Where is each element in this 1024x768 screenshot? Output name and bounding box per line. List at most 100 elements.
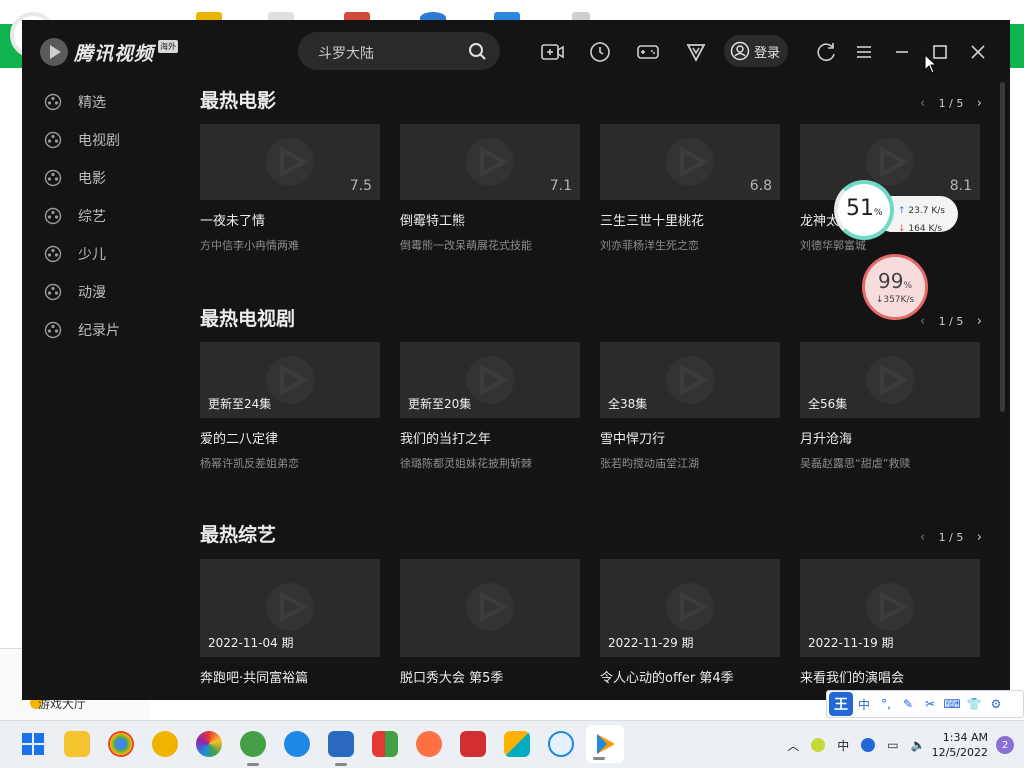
video-title[interactable]: 雪中悍刀行 [600,428,780,447]
video-card[interactable]: 6.8 三生三世十里桃花 刘亦菲杨洋生死之恋 [600,124,780,253]
minimize-icon[interactable]: — [934,5,964,19]
sidebar-item-tv-series[interactable]: 电视剧 [44,128,120,152]
start-icon[interactable] [20,731,46,757]
green-browser-icon[interactable] [240,731,266,766]
clock[interactable]: 1:34 AM 12/5/2022 [932,730,988,760]
sidebar-item-variety[interactable]: 综艺 [44,204,106,228]
settings-icon[interactable]: ⚙ [985,697,1007,711]
video-title[interactable]: 三生三世十里桃花 [600,210,780,229]
video-card[interactable]: 2022-11-19 期 来看我们的演唱会 [800,559,980,686]
monitor-app-icon[interactable] [328,731,354,766]
video-card[interactable]: 2022-11-04 期 奔跑吧·共同富裕篇 [200,559,380,686]
game-icon[interactable] [636,40,660,64]
ime-logo[interactable]: 王 [829,692,853,716]
video-thumbnail[interactable]: 全38集 [600,342,780,418]
handwriting-icon[interactable]: ✎ [897,697,919,711]
video-card[interactable]: 更新至20集 我们的当打之年 徐璐陈都灵姐妹花披荆斩棘 [400,342,580,471]
ime-tray-icon[interactable] [861,738,876,752]
volume-icon[interactable]: 🔈 [911,738,926,752]
sidebar-item-anime[interactable]: 动漫 [44,280,106,304]
login-button[interactable]: 登录 [724,35,788,67]
app-logo-text: 腾讯视频 [74,42,155,65]
video-thumbnail[interactable]: 7.1 [400,124,580,200]
chevron-right-icon[interactable]: › [977,530,982,545]
browser-icon[interactable] [152,731,178,757]
search-input[interactable]: 斗罗大陆 [318,43,374,63]
ime-punctuation-toggle[interactable]: °, [875,697,897,711]
video-title[interactable]: 倒霉特工熊 [400,210,580,229]
chevron-left-icon[interactable]: ‹ [920,96,925,111]
chevron-right-icon[interactable]: › [977,96,982,111]
sidebar-item-featured[interactable]: 精选 [44,90,106,114]
video-thumbnail[interactable]: 更新至24集 [200,342,380,418]
ime-language-toggle[interactable]: 中 [853,696,875,713]
record-icon[interactable] [540,40,564,64]
video-card[interactable]: 7.5 一夜未了情 方中信李小冉情两难 [200,124,380,253]
video-thumbnail[interactable] [400,559,580,657]
settings-icon[interactable]: ⚙ [874,5,904,19]
firefox-icon[interactable] [416,731,442,757]
scissors-icon[interactable]: ✂ [919,697,941,711]
grid-icon[interactable]: ▦ [844,5,874,19]
sidebar-item-movie[interactable]: 电影 [44,166,106,190]
video-title[interactable]: 爱的二八定律 [200,428,380,447]
close-icon[interactable]: ✕ [994,5,1024,19]
language-indicator[interactable]: 中 [837,737,849,754]
puzzle-app-icon[interactable] [504,731,530,757]
sidebar-item-documentary[interactable]: 纪录片 [44,318,120,342]
network-speed-widget[interactable]: 51% ↑ 23.7 K/s ↓ 164 K/s [834,180,960,240]
video-card[interactable]: 更新至24集 爱的二八定律 杨幂许凯反差姐弟恋 [200,342,380,471]
keyboard-icon[interactable]: ⌨ [941,697,963,711]
video-title[interactable]: 来看我们的演唱会 [800,667,980,686]
chevron-up-icon[interactable]: ︿ [787,737,799,754]
ie-icon[interactable] [284,731,310,757]
video-thumbnail[interactable]: 2022-11-29 期 [600,559,780,657]
restore-icon[interactable]: ❐ [964,5,994,19]
history-icon[interactable] [588,40,612,64]
color-app-icon[interactable] [196,731,222,757]
app-logo[interactable]: 腾讯视频 海外 [40,38,179,66]
video-thumbnail[interactable]: 2022-11-19 期 [800,559,980,657]
video-title[interactable]: 令人心动的offer 第4季 [600,667,780,686]
video-title[interactable]: 奔跑吧·共同富裕篇 [200,667,380,686]
memory-usage-widget[interactable]: 99% ↓357K/s [862,254,928,320]
video-card[interactable]: 全38集 雪中悍刀行 张若昀搅动庙堂江湖 [600,342,780,471]
network-icon[interactable]: ▭ [887,738,898,752]
video-subtitle: 张若昀搅动庙堂江湖 [600,457,699,470]
video-card[interactable]: 脱口秀大会 第5季 [400,559,580,686]
file-explorer-icon[interactable] [64,731,90,757]
tiles-app-icon[interactable] [372,731,398,757]
notification-badge[interactable]: 2 [996,736,1014,754]
chevron-right-icon[interactable]: › [977,314,982,329]
minimize-icon[interactable] [890,40,914,64]
search-icon[interactable] [468,42,486,60]
tencent-video-taskbar-item[interactable] [586,725,624,763]
video-title[interactable]: 脱口秀大会 第5季 [400,667,580,686]
video-thumbnail[interactable]: 7.5 [200,124,380,200]
vip-icon[interactable] [684,40,708,64]
search-box[interactable]: 斗罗大陆 [298,32,500,70]
video-thumbnail[interactable]: 全56集 [800,342,980,418]
chevron-left-icon[interactable]: ‹ [920,530,925,545]
red-app-icon[interactable] [460,731,486,757]
video-thumbnail[interactable]: 2022-11-04 期 [200,559,380,657]
content-scrollbar[interactable] [1000,82,1005,412]
chrome-icon[interactable] [108,731,134,757]
refresh-icon[interactable] [814,40,838,64]
menu-icon[interactable] [852,40,876,64]
dropdown-icon[interactable]: ▾ [904,5,934,19]
video-thumbnail[interactable]: 更新至20集 [400,342,580,418]
video-card[interactable]: 2022-11-29 期 令人心动的offer 第4季 [600,559,780,686]
close-icon[interactable] [966,40,990,64]
sidebar-item-kids[interactable]: 少儿 [44,242,106,266]
video-card[interactable]: 7.1 倒霉特工熊 倒霉熊一改呆萌展花式技能 [400,124,580,253]
cloud-app-icon[interactable] [548,731,574,757]
video-card[interactable]: 全56集 月升沧海 吴磊赵露思“甜虐”救赎 [800,342,980,471]
video-thumbnail[interactable]: 6.8 [600,124,780,200]
video-title[interactable]: 我们的当打之年 [400,428,580,447]
video-title[interactable]: 一夜未了情 [200,210,380,229]
chevron-left-icon[interactable]: ‹ [920,314,925,329]
tray-app-icon[interactable] [811,738,826,752]
video-title[interactable]: 月升沧海 [800,428,980,447]
skin-icon[interactable]: 👕 [963,697,985,711]
